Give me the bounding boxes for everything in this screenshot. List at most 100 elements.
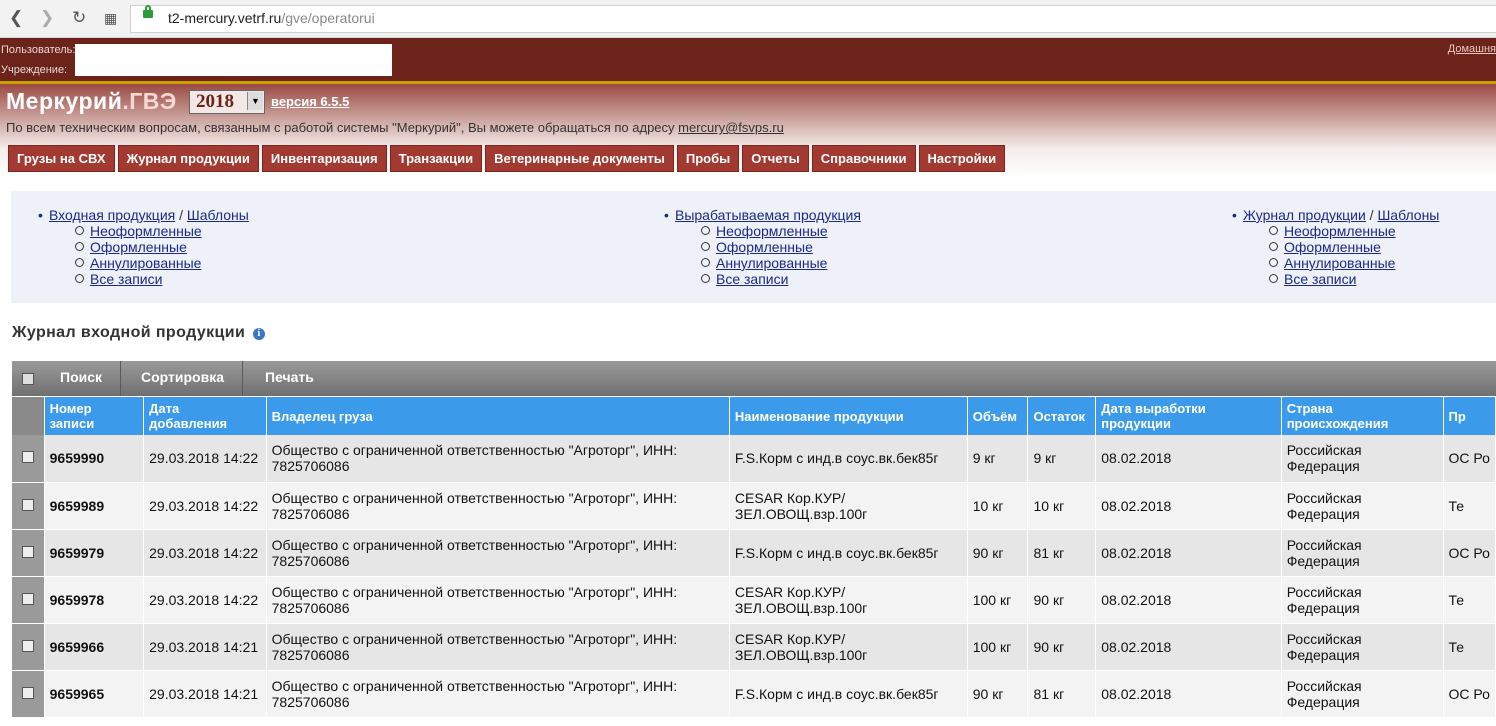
print-button[interactable]: Печать xyxy=(247,361,332,396)
cell-balance: 90 кг xyxy=(1027,623,1097,671)
col-production-date[interactable]: Дата выработки продукции xyxy=(1095,397,1282,435)
menu-item-reports[interactable]: Отчеты xyxy=(742,145,809,172)
cell-owner: Общество с ограниченной ответственностью… xyxy=(266,623,730,671)
col-balance[interactable]: Остаток xyxy=(1027,397,1097,435)
cell-volume: 90 кг xyxy=(967,670,1029,718)
lock-icon xyxy=(143,5,153,18)
reload-icon[interactable]: ↻ xyxy=(72,8,86,28)
link-produced-products[interactable]: Вырабатываемая продукция xyxy=(675,207,861,223)
dropdown-arrow-icon[interactable]: ▼ xyxy=(247,92,263,110)
link-produced-all[interactable]: Все записи xyxy=(716,271,788,287)
cell-volume: 100 кг xyxy=(967,623,1029,671)
link-journal-unregistered[interactable]: Неоформленные xyxy=(1284,223,1396,239)
search-button[interactable]: Поиск xyxy=(42,361,122,396)
cell-production-date: 08.02.2018 xyxy=(1095,623,1282,671)
link-produced-cancelled[interactable]: Аннулированные xyxy=(716,255,827,271)
col-volume[interactable]: Объём xyxy=(967,397,1029,435)
table-toolbar: Поиск Сортировка Печать xyxy=(12,361,1496,396)
table-row[interactable]: 9659979 29.03.2018 14:22 Общество с огра… xyxy=(12,529,1496,577)
col-origin-country[interactable]: Страна происхождения xyxy=(1281,397,1444,435)
row-checkbox[interactable] xyxy=(12,482,45,530)
cell-date-added: 29.03.2018 14:21 xyxy=(143,623,267,671)
cell-owner: Общество с ограниченной ответственностью… xyxy=(266,576,730,624)
cell-truncated: Те xyxy=(1443,482,1496,530)
row-checkbox[interactable] xyxy=(12,623,45,671)
cell-origin-country: Российская Федерация xyxy=(1281,482,1444,530)
row-checkbox[interactable] xyxy=(12,576,45,624)
menu-item-inventory[interactable]: Инвентаризация xyxy=(261,145,387,172)
info-icon[interactable]: i xyxy=(253,328,266,340)
cell-record-number: 9659990 xyxy=(44,435,145,483)
cell-origin-country: Российская Федерация xyxy=(1281,576,1444,624)
cell-production-date: 08.02.2018 xyxy=(1095,670,1282,718)
forward-icon[interactable]: ❯ xyxy=(40,8,54,28)
table-row[interactable]: 9659978 29.03.2018 14:22 Общество с огра… xyxy=(12,576,1496,624)
col-owner[interactable]: Владелец груза xyxy=(266,397,730,435)
cell-production-date: 08.02.2018 xyxy=(1095,482,1282,530)
cell-record-number: 9659966 xyxy=(44,623,145,671)
sort-button[interactable]: Сортировка xyxy=(123,361,243,396)
cell-volume: 90 кг xyxy=(967,529,1029,577)
home-link[interactable]: Домашня xyxy=(1448,43,1496,55)
cell-owner: Общество с ограниченной ответственностью… xyxy=(266,435,730,483)
cell-product-name: F.S.Корм с инд.в соус.вк.бек85г xyxy=(729,435,968,483)
cell-product-name: CESAR Кор.КУР/ЗЕЛ.ОВОЩ.взр.100г xyxy=(729,623,968,671)
back-icon[interactable]: ❮ xyxy=(9,8,23,28)
browser-toolbar: ❮ ❯ ↻ ▦ t2-mercury.vetrf.ru/gve/operator… xyxy=(0,0,1496,38)
link-incoming-products[interactable]: Входная продукция xyxy=(49,207,175,223)
records-table: Номер записи Дата добавления Владелец гр… xyxy=(12,397,1496,718)
table-header-row: Номер записи Дата добавления Владелец гр… xyxy=(12,397,1496,435)
row-checkbox[interactable] xyxy=(12,670,45,718)
user-label: Пользователь: xyxy=(1,44,76,56)
cell-truncated: ОС Ро xyxy=(1443,670,1496,718)
cell-record-number: 9659965 xyxy=(44,670,145,718)
menu-item-samples[interactable]: Пробы xyxy=(676,145,740,172)
cell-truncated: Те xyxy=(1443,623,1496,671)
link-incoming-unregistered[interactable]: Неоформленные xyxy=(90,223,202,239)
link-journal-templates[interactable]: Шаблоны xyxy=(1377,207,1439,223)
link-incoming-templates[interactable]: Шаблоны xyxy=(187,207,249,223)
url-text[interactable]: t2-mercury.vetrf.ru/gve/operatorui xyxy=(168,10,375,26)
menu-item-product-journal[interactable]: Журнал продукции xyxy=(117,145,259,172)
row-checkbox[interactable] xyxy=(12,529,45,577)
row-checkbox[interactable] xyxy=(12,435,45,483)
main-menu: Грузы на СВХ Журнал продукции Инвентариз… xyxy=(8,145,1006,172)
table-row[interactable]: 9659966 29.03.2018 14:21 Общество с огра… xyxy=(12,623,1496,671)
link-journal-registered[interactable]: Оформленные xyxy=(1284,239,1381,255)
menu-item-transactions[interactable]: Транзакции xyxy=(389,145,483,172)
menu-item-directories[interactable]: Справочники xyxy=(811,145,916,172)
cell-production-date: 08.02.2018 xyxy=(1095,576,1282,624)
col-product-name[interactable]: Наименование продукции xyxy=(729,397,968,435)
year-select[interactable]: 2018 ▼ xyxy=(189,90,265,114)
links-column-produced: Вырабатываемая продукция Неоформленные О… xyxy=(664,207,861,287)
menu-item-svh[interactable]: Грузы на СВХ xyxy=(8,145,115,172)
cell-balance: 10 кг xyxy=(1027,482,1097,530)
cell-truncated: Те xyxy=(1443,576,1496,624)
col-record-number[interactable]: Номер записи xyxy=(44,397,145,435)
link-incoming-registered[interactable]: Оформленные xyxy=(90,239,187,255)
cell-volume: 100 кг xyxy=(967,576,1029,624)
table-row[interactable]: 9659965 29.03.2018 14:21 Общество с огра… xyxy=(12,670,1496,718)
table-row[interactable]: 9659989 29.03.2018 14:22 Общество с огра… xyxy=(12,482,1496,530)
menu-item-settings[interactable]: Настройки xyxy=(918,145,1006,172)
cell-record-number: 9659978 xyxy=(44,576,145,624)
table-row[interactable]: 9659990 29.03.2018 14:22 Общество с огра… xyxy=(12,435,1496,483)
link-journal-all[interactable]: Все записи xyxy=(1284,271,1356,287)
support-email-link[interactable]: mercury@fsvps.ru xyxy=(678,120,784,135)
col-date-added[interactable]: Дата добавления xyxy=(143,397,267,435)
link-journal-products[interactable]: Журнал продукции xyxy=(1243,207,1366,223)
cell-product-name: CESAR Кор.КУР/ЗЕЛ.ОВОЩ.взр.100г xyxy=(729,482,968,530)
version-link[interactable]: версия 6.5.5 xyxy=(271,94,349,109)
link-incoming-cancelled[interactable]: Аннулированные xyxy=(90,255,201,271)
cell-volume: 9 кг xyxy=(967,435,1029,483)
link-produced-unregistered[interactable]: Неоформленные xyxy=(716,223,828,239)
apps-grid-icon[interactable]: ▦ xyxy=(104,8,117,28)
cell-record-number: 9659979 xyxy=(44,529,145,577)
menu-item-vet-documents[interactable]: Ветеринарные документы xyxy=(485,145,674,172)
link-produced-registered[interactable]: Оформленные xyxy=(716,239,813,255)
link-journal-cancelled[interactable]: Аннулированные xyxy=(1284,255,1395,271)
link-incoming-all[interactable]: Все записи xyxy=(90,271,162,287)
select-all-checkbox[interactable] xyxy=(22,373,34,385)
col-truncated[interactable]: Пр xyxy=(1443,397,1496,435)
cell-date-added: 29.03.2018 14:22 xyxy=(143,435,267,483)
